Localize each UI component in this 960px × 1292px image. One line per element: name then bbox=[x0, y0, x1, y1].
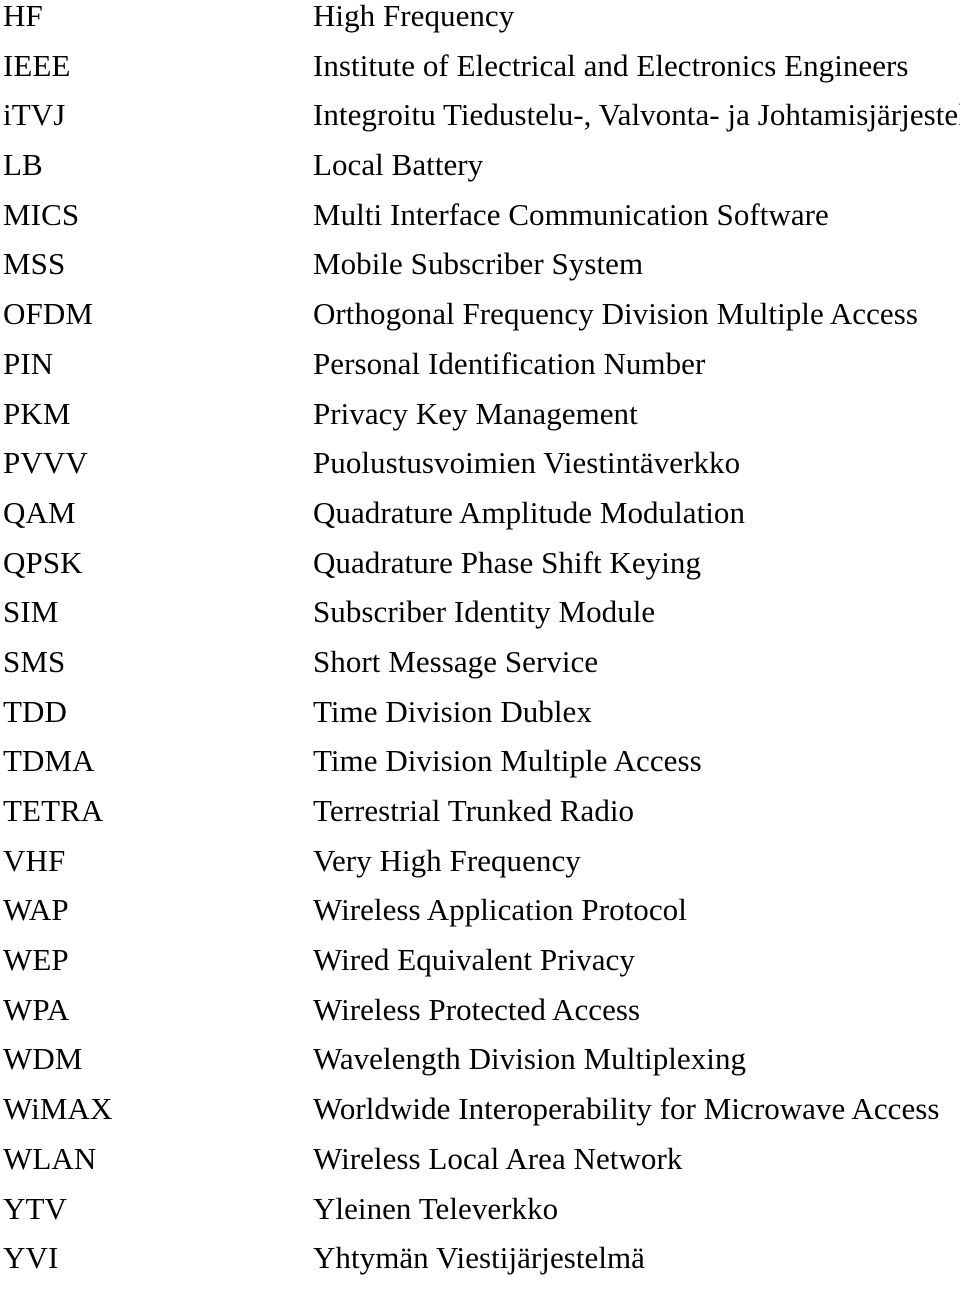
abbreviation-term: WLAN bbox=[3, 1140, 97, 1176]
abbreviation-definition: Quadrature Amplitude Modulation bbox=[313, 494, 746, 530]
abbreviation-definition: Short Message Service bbox=[313, 643, 599, 679]
glossary-row: WiMAX Worldwide Interoperability for Micr… bbox=[0, 1093, 960, 1143]
glossary-row: QAM Quadrature Amplitude Modulation bbox=[0, 494, 960, 547]
abbreviation-definition: Wired Equivalent Privacy bbox=[313, 942, 635, 978]
abbreviation-definition: Wavelength Division Multiplexing bbox=[313, 1041, 747, 1077]
abbreviation-term: VHF bbox=[3, 842, 66, 878]
abbreviation-term: OFDM bbox=[3, 296, 93, 332]
abbreviation-term: PKM bbox=[3, 395, 71, 431]
glossary-row: WLAN Wireless Local Area Network bbox=[0, 1140, 960, 1193]
abbreviation-term: YTV bbox=[3, 1190, 68, 1226]
glossary-row: WDM Wavelength Division Multiplexing bbox=[0, 1043, 960, 1093]
glossary-row: WAP Wireless Application Protocol bbox=[0, 894, 960, 944]
abbreviation-term: PIN bbox=[3, 345, 54, 381]
glossary-row: WEP Wired Equivalent Privacy bbox=[0, 944, 960, 994]
abbreviation-definition: Time Division Multiple Access bbox=[313, 743, 702, 779]
glossary-row: WPA Wireless Protected Access bbox=[0, 991, 960, 1044]
abbreviation-term: WAP bbox=[3, 892, 69, 928]
abbreviation-glossary-list: HF High Frequency IEEE Institute of Electri… bbox=[0, 0, 960, 1292]
glossary-row: SIM Subscriber Identity Module bbox=[0, 596, 960, 646]
abbreviation-definition: Quadrature Phase Shift Keying bbox=[313, 544, 701, 580]
abbreviation-term: MSS bbox=[3, 246, 66, 282]
abbreviation-term: WDM bbox=[3, 1041, 83, 1077]
glossary-row: MICS Multi Interface Communication Softwa… bbox=[0, 196, 960, 249]
abbreviation-term: WiMAX bbox=[3, 1091, 113, 1127]
glossary-row: MSS Mobile Subscriber System bbox=[0, 248, 960, 298]
abbreviation-definition: Mobile Subscriber System bbox=[313, 246, 644, 282]
abbreviation-definition: Yleinen Televerkko bbox=[313, 1190, 559, 1226]
abbreviation-definition: Yhtymän Viestijärjestelmä bbox=[313, 1240, 645, 1276]
abbreviation-term: YVI bbox=[3, 1240, 59, 1276]
abbreviation-definition: Very High Frequency bbox=[313, 842, 581, 878]
abbreviation-definition: Subscriber Identity Module bbox=[313, 594, 656, 630]
abbreviation-term: TDD bbox=[3, 693, 68, 729]
glossary-row: VHF Very High Frequency bbox=[0, 842, 960, 895]
abbreviation-definition: Privacy Key Management bbox=[313, 395, 638, 431]
glossary-row: QPSK Quadrature Phase Shift Keying bbox=[0, 544, 960, 597]
abbreviation-term: SIM bbox=[3, 594, 59, 630]
glossary-row: SMS Short Message Service bbox=[0, 643, 960, 696]
glossary-row: TDMA Time Division Multiple Access bbox=[0, 745, 960, 795]
abbreviation-term: WPA bbox=[3, 991, 70, 1027]
abbreviation-definition: Institute of Electrical and Electronics … bbox=[313, 47, 909, 83]
abbreviation-definition: Personal Identification Number bbox=[313, 345, 706, 381]
abbreviation-term: QPSK bbox=[3, 544, 83, 580]
glossary-row: PKM Privacy Key Management bbox=[0, 395, 960, 448]
glossary-row: OFDM Orthogonal Frequency Division Multip… bbox=[0, 298, 960, 348]
abbreviation-definition: Local Battery bbox=[313, 147, 484, 183]
glossary-row: TETRA Terrestrial Trunked Radio bbox=[0, 795, 960, 845]
abbreviation-definition: High Frequency bbox=[313, 0, 515, 33]
abbreviation-term: PVVV bbox=[3, 445, 88, 481]
abbreviation-definition: Puolustusvoimien Viestintäverkko bbox=[313, 445, 741, 481]
glossary-row: PIN Personal Identification Number bbox=[0, 345, 960, 398]
abbreviation-term: QAM bbox=[3, 494, 76, 530]
abbreviation-term: TDMA bbox=[3, 743, 95, 779]
glossary-row: iTVJ Integroitu Tiedustelu-, Valvonta- ja… bbox=[0, 99, 960, 149]
abbreviation-definition: Integroitu Tiedustelu-, Valvonta- ja Joh… bbox=[313, 97, 960, 133]
glossary-row: HF High Frequency bbox=[0, 0, 960, 50]
abbreviation-term: iTVJ bbox=[3, 97, 66, 133]
glossary-row: TDD Time Division Dublex bbox=[0, 693, 960, 746]
glossary-row: LB Local Battery bbox=[0, 149, 960, 199]
abbreviation-definition: Terrestrial Trunked Radio bbox=[313, 793, 635, 828]
abbreviation-term: LB bbox=[3, 147, 43, 183]
abbreviation-definition: Wireless Application Protocol bbox=[313, 892, 687, 928]
abbreviation-definition: Orthogonal Frequency Division Multiple A… bbox=[313, 296, 918, 332]
abbreviation-definition: Wireless Local Area Network bbox=[313, 1140, 683, 1176]
abbreviation-definition: Time Division Dublex bbox=[313, 693, 592, 729]
abbreviation-definition: Worldwide Interoperability for Microwave… bbox=[313, 1091, 940, 1127]
abbreviation-term: WEP bbox=[3, 942, 69, 978]
abbreviation-term: IEEE bbox=[3, 47, 71, 83]
abbreviation-term: MICS bbox=[3, 196, 80, 232]
abbreviation-term: SMS bbox=[3, 643, 66, 679]
abbreviation-term: TETRA bbox=[3, 793, 104, 828]
glossary-row: IEEE Institute of Electrical and Electron… bbox=[0, 47, 960, 100]
abbreviation-definition: Multi Interface Communication Software bbox=[313, 196, 829, 232]
document-page: HF High Frequency IEEE Institute of Electri… bbox=[0, 0, 960, 1274]
glossary-row: YTV Yleinen Televerkko bbox=[0, 1190, 960, 1243]
glossary-row: YVI Yhtymän Viestijärjestelmä bbox=[0, 1242, 960, 1292]
glossary-row: PVVV Puolustusvoimien Viestintäverkko bbox=[0, 447, 960, 497]
abbreviation-term: HF bbox=[3, 0, 43, 33]
abbreviation-definition: Wireless Protected Access bbox=[313, 991, 641, 1027]
